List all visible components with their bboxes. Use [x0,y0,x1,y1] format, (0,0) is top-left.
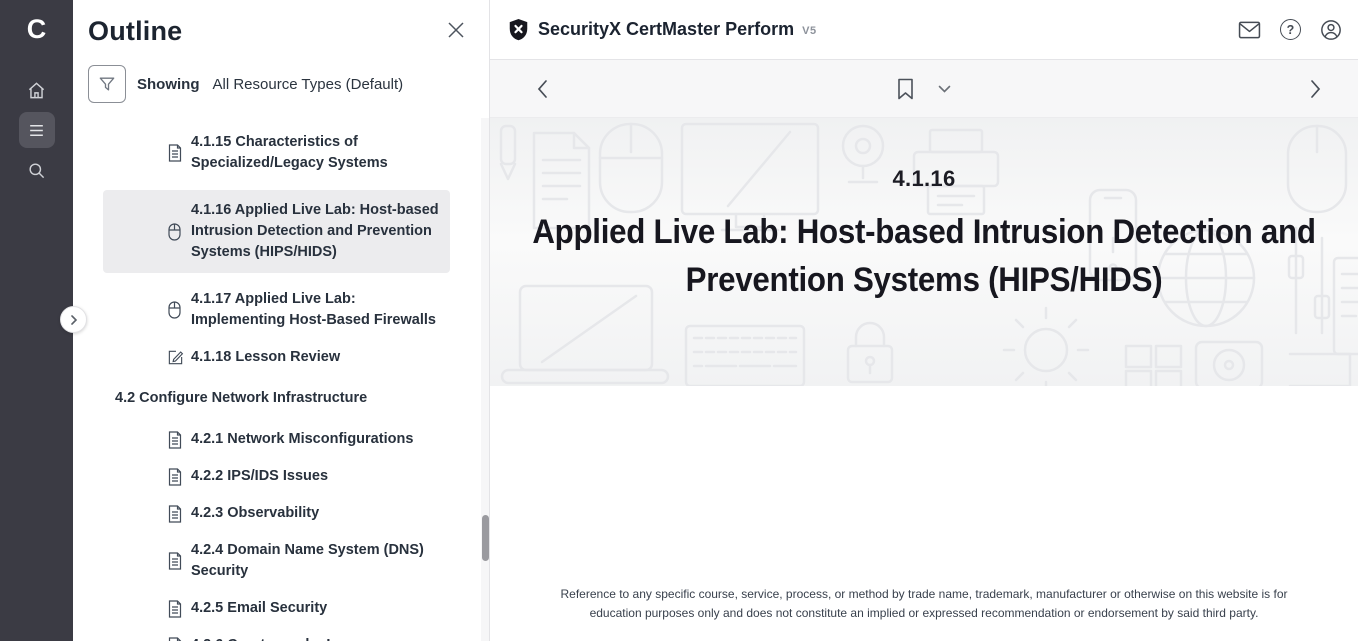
close-icon [447,21,465,39]
outline-item-4-1-15[interactable]: 4.1.15 Characteristics of Specialized/Le… [73,132,489,174]
messages-button[interactable] [1238,21,1261,39]
outline-scrollbar-track[interactable] [481,118,489,641]
outline-item-label: 4.2.5 Email Security [191,598,327,619]
mail-icon [1238,21,1261,39]
outline-item-label: 4.1.15 Characteristics of Specialized/Le… [191,132,449,174]
outline-item-4-2-1[interactable]: 4.2.1 Network Misconfigurations [73,429,489,450]
bookmark-button[interactable] [897,78,914,100]
outline-item-label: 4.2.3 Observability [191,503,319,524]
home-button[interactable] [19,72,55,108]
home-icon [27,81,46,100]
help-button[interactable]: ? [1280,19,1301,40]
outline-item-label: 4.2.1 Network Misconfigurations [191,429,413,450]
lesson-banner: 4.1.16 Applied Live Lab: Host-based Intr… [490,118,1358,386]
main-content: SecurityX CertMaster Perform V5 ? [490,0,1358,641]
document-icon [167,552,184,570]
lesson-title-line1: Applied Live Lab: Host-based Intrusion D… [525,208,1324,256]
outline-item-4-2-5[interactable]: 4.2.5 Email Security [73,598,489,619]
outline-item-label: 4.2.6 Cryptography Issues [191,635,372,641]
filter-button[interactable] [88,65,126,103]
document-icon [167,468,184,486]
outline-item-4-2-2[interactable]: 4.2.2 IPS/IDS Issues [73,466,489,487]
outline-item-4-1-17[interactable]: 4.1.17 Applied Live Lab: Implementing Ho… [73,289,489,331]
outline-scrollbar-thumb[interactable] [482,515,489,561]
lesson-title: Applied Live Lab: Host-based Intrusion D… [525,208,1324,304]
bookmark-menu-button[interactable] [938,85,951,93]
outline-item-label: 4.1.16 Applied Live Lab: Host-based Intr… [191,200,440,263]
bookmark-icon [897,78,914,100]
panel-expand-button[interactable] [60,306,87,333]
mouse-icon [167,223,184,241]
app-header: SecurityX CertMaster Perform V5 ? [490,0,1358,60]
help-glyph: ? [1287,23,1295,37]
filter-funnel-icon [97,74,117,94]
edit-pencil-icon [167,349,184,366]
outline-section-4-2[interactable]: 4.2 Configure Network Infrastructure [73,388,489,409]
outline-list: 4.1.15 Characteristics of Specialized/Le… [73,132,489,641]
comptia-logo: C [27,12,47,46]
disclaimer-line1: Reference to any specific course, servic… [528,585,1320,604]
outline-item-4-1-18[interactable]: 4.1.18 Lesson Review [73,347,489,368]
outline-item-label: 4.2.4 Domain Name System (DNS) Security [191,540,449,582]
disclaimer-line2: education purposes only and does not con… [528,604,1320,623]
user-account-icon [1320,19,1342,41]
lesson-number: 4.1.16 [490,166,1358,192]
outline-item-4-2-3[interactable]: 4.2.3 Observability [73,503,489,524]
chevron-right-icon [1309,79,1322,99]
previous-lesson-button[interactable] [536,79,549,99]
mouse-icon [167,301,184,319]
account-button[interactable] [1320,19,1342,41]
menu-icon [27,121,46,140]
filter-showing-label: Showing [137,76,200,93]
document-icon [167,144,184,162]
outline-item-label: 4.2.2 IPS/IDS Issues [191,466,328,487]
outline-section-label: 4.2 Configure Network Infrastructure [115,388,367,409]
chevron-down-icon [938,85,951,93]
outline-item-label: 4.1.18 Lesson Review [191,347,340,368]
filter-current-value: All Resource Types (Default) [213,76,404,93]
help-icon: ? [1280,19,1301,40]
chevron-right-icon [69,315,79,325]
app-version-badge: V5 [802,25,816,37]
outline-panel: Outline Showing All Resource Types (Defa… [73,0,490,641]
app-window: C Outline [0,0,1358,641]
next-lesson-button[interactable] [1309,79,1322,99]
securityx-shield-logo [508,18,529,41]
document-icon [167,505,184,523]
outline-item-label: 4.1.17 Applied Live Lab: Implementing Ho… [191,289,449,331]
outline-item-4-1-16-selected[interactable]: 4.1.16 Applied Live Lab: Host-based Intr… [103,190,450,273]
document-icon [167,431,184,449]
chevron-left-icon [536,79,549,99]
document-icon [167,637,184,641]
lesson-toolbar [490,60,1358,118]
lesson-title-line2: Prevention Systems (HIPS/HIDS) [525,256,1324,304]
app-title: SecurityX CertMaster Perform [538,19,794,40]
outline-panel-title: Outline [88,16,182,47]
outline-item-4-2-4[interactable]: 4.2.4 Domain Name System (DNS) Security [73,540,489,582]
outline-menu-button[interactable] [19,112,55,148]
document-icon [167,600,184,618]
legal-disclaimer: Reference to any specific course, servic… [490,585,1358,622]
search-icon [27,161,46,180]
outline-item-4-2-6[interactable]: 4.2.6 Cryptography Issues [73,635,489,641]
close-outline-button[interactable] [445,19,467,44]
search-button[interactable] [19,152,55,188]
